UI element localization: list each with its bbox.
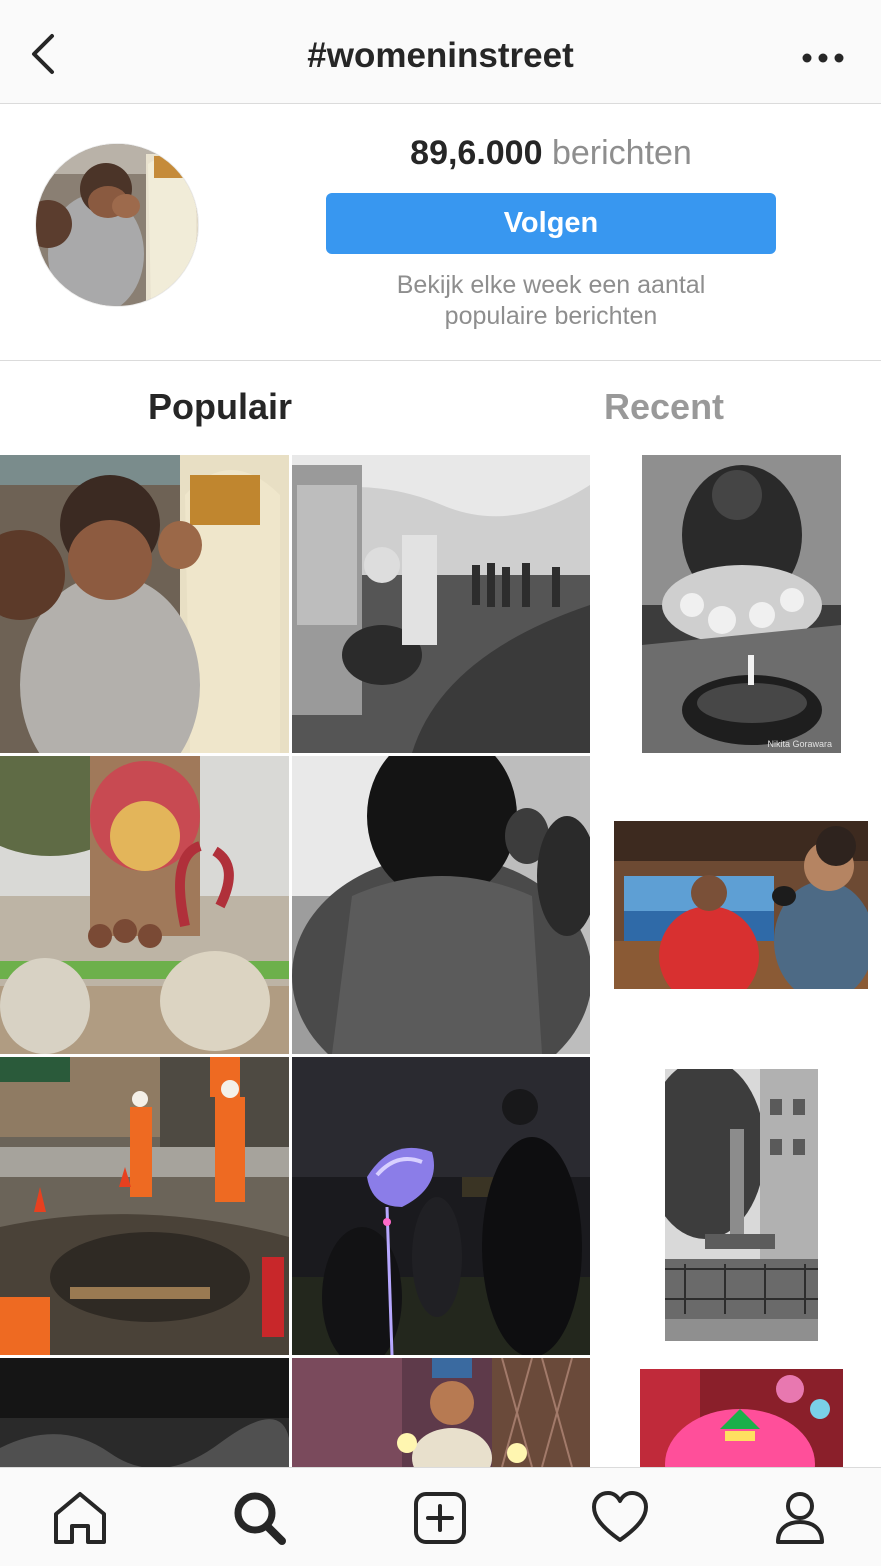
page-title: #womeninstreet — [307, 36, 574, 75]
post-count-value: 89,6.000 — [410, 134, 543, 172]
activity-heart-icon — [592, 1491, 648, 1542]
home-icon — [54, 1492, 106, 1544]
follow-hint-line-2: populaire berichten — [444, 302, 658, 330]
post-count: 89,6.000 berichten — [326, 134, 776, 173]
post-thumbnail[interactable]: Nikita Gorawara — [642, 455, 841, 753]
profile-icon — [776, 1492, 824, 1544]
top-bar: #womeninstreet — [0, 0, 881, 104]
post-thumbnail[interactable] — [292, 756, 590, 1054]
nav-home[interactable] — [50, 1490, 110, 1546]
post-thumbnail[interactable] — [0, 1358, 289, 1467]
follow-hint-line-1: Bekijk elke week een aantal — [396, 271, 706, 299]
follow-button[interactable]: Volgen — [326, 193, 776, 254]
post-thumbnail[interactable] — [0, 756, 289, 1054]
new-post-icon — [414, 1492, 466, 1544]
post-thumbnail[interactable] — [292, 1057, 590, 1355]
post-thumbnail[interactable] — [640, 1369, 843, 1467]
nav-profile[interactable] — [770, 1490, 830, 1546]
post-thumbnail[interactable] — [0, 455, 289, 753]
more-horizontal-icon — [802, 53, 844, 63]
feed-tabs: Populair Recent — [0, 361, 881, 455]
nav-search[interactable] — [230, 1490, 290, 1546]
post-grid: Nikita Gorawara — [0, 455, 881, 1467]
post-count-label: berichten — [551, 134, 692, 172]
nav-new-post[interactable] — [410, 1490, 470, 1546]
post-thumbnail[interactable] — [0, 1057, 289, 1355]
hashtag-profile: 89,6.000 berichten Volgen Bekijk elke we… — [0, 104, 881, 361]
hashtag-avatar — [36, 144, 198, 306]
nav-activity[interactable] — [590, 1490, 650, 1546]
tab-populair[interactable]: Populair — [148, 386, 292, 428]
post-thumbnail[interactable] — [292, 455, 590, 753]
post-thumbnail[interactable] — [665, 1069, 818, 1341]
post-thumbnail[interactable] — [614, 821, 868, 989]
watermark: Nikita Gorawara — [767, 739, 832, 749]
search-icon — [234, 1492, 286, 1545]
more-options-button[interactable] — [795, 40, 851, 76]
post-thumbnail[interactable] — [292, 1358, 590, 1467]
tab-recent[interactable]: Recent — [604, 386, 724, 428]
follow-hint: Bekijk elke week een aantal populaire be… — [326, 270, 776, 332]
bottom-nav — [0, 1467, 881, 1566]
